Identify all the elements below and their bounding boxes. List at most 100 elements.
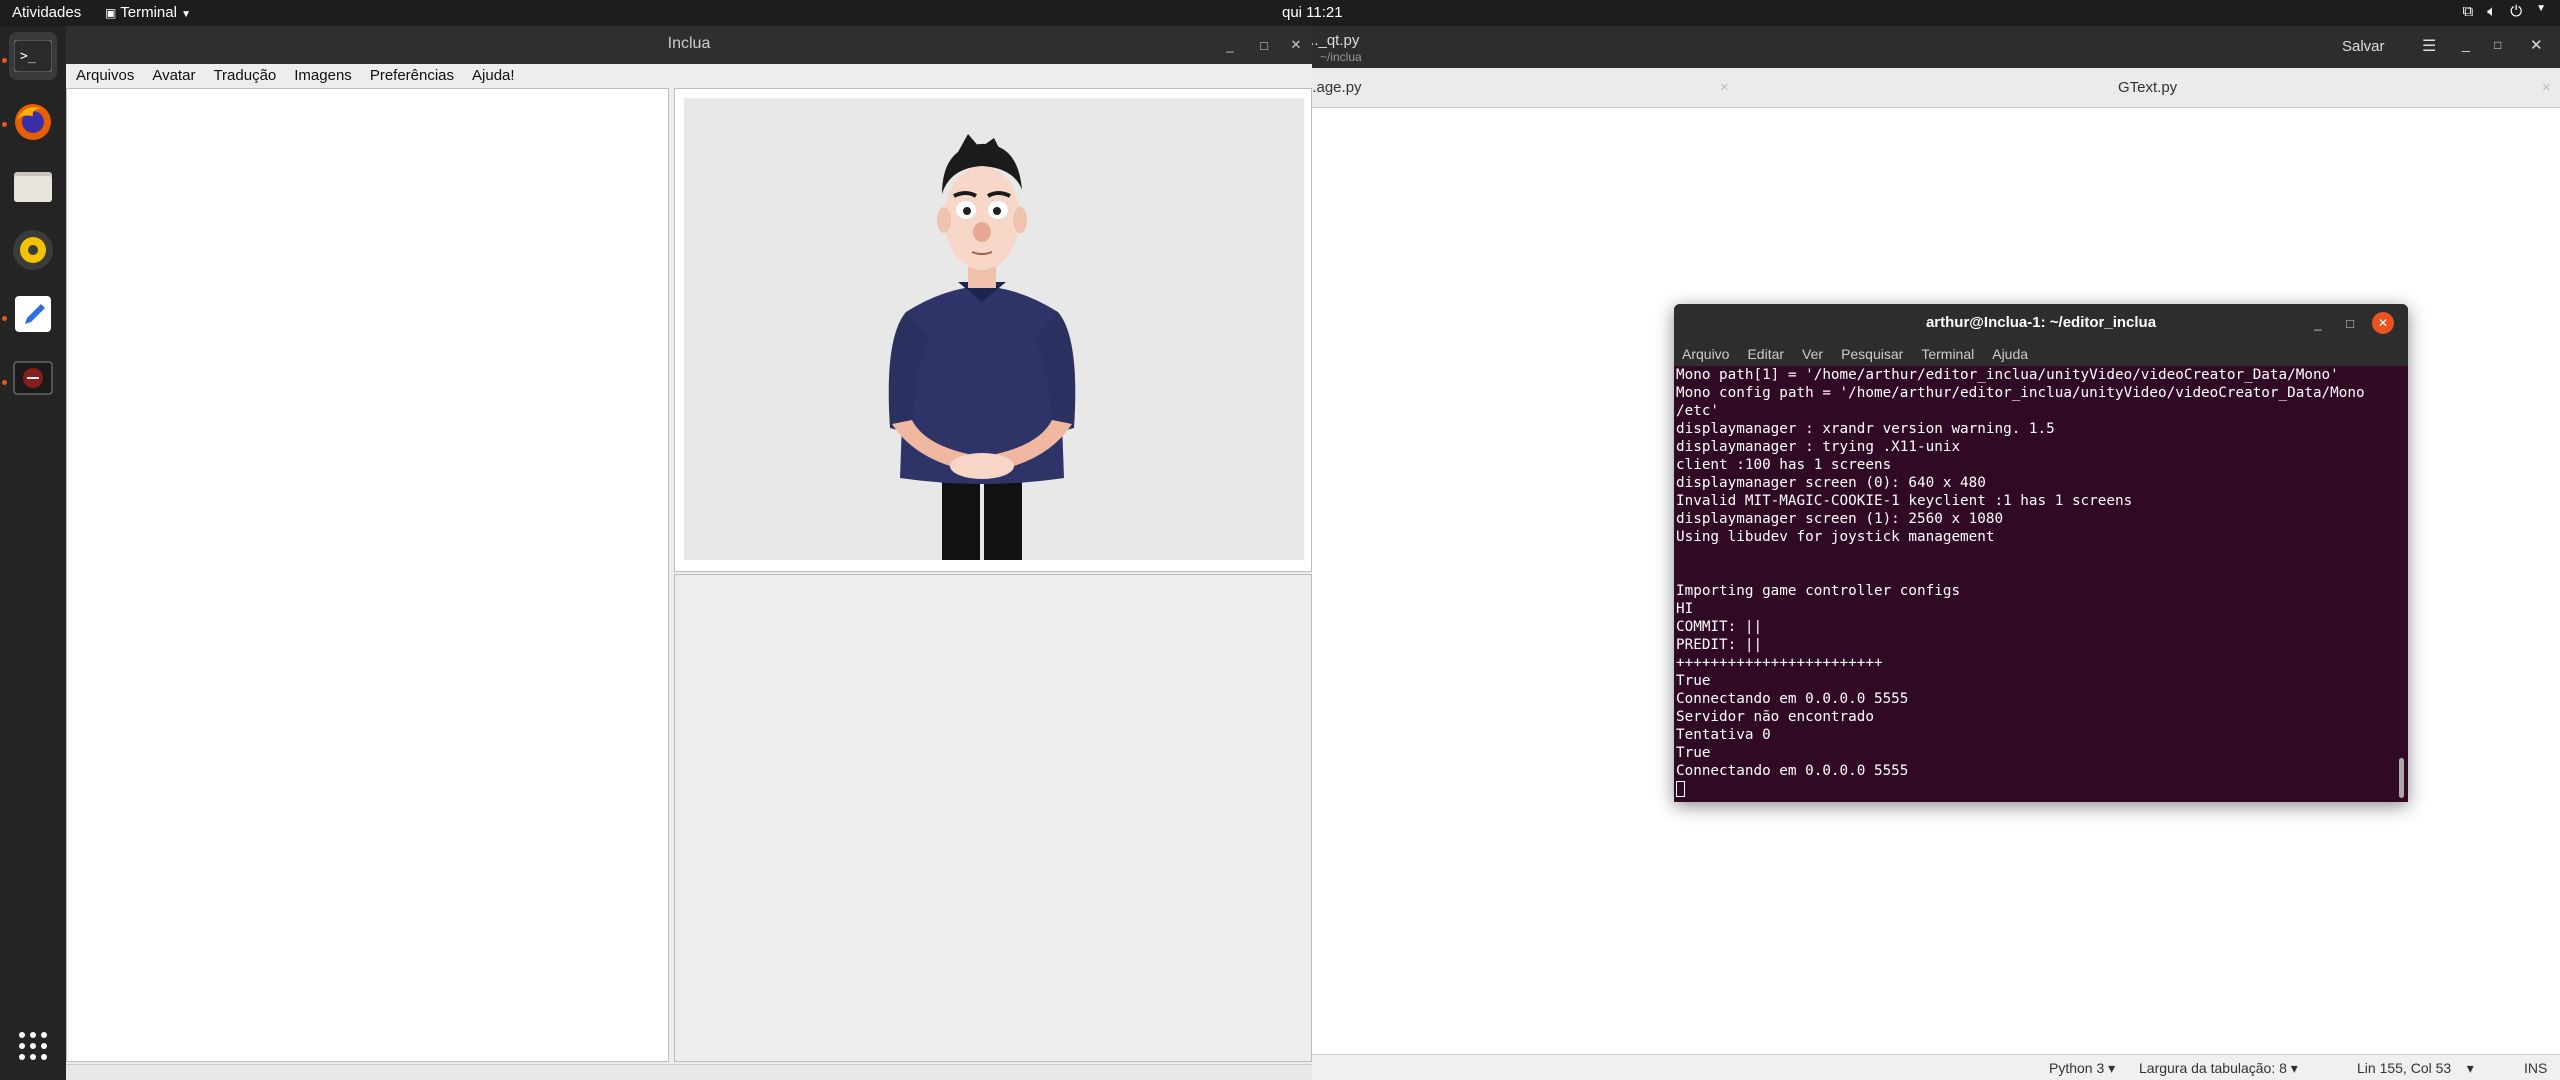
terminal-line: Mono config path = '/home/arthur/editor_… [1676,385,2365,401]
firefox-icon[interactable] [9,98,57,146]
text-input-panel[interactable] [66,88,669,1062]
terminal-scrollbar[interactable] [2399,758,2404,798]
inclua-titlebar[interactable]: Inclua _ □ ✕ [66,26,1312,64]
image-panel [674,574,1312,1062]
network-icon: ⧉ [2462,3,2474,20]
svg-text:>_: >_ [20,49,36,64]
terminal-line: Servidor não encontrado [1676,709,1874,725]
terminal-line: ​ [1676,546,2396,564]
close-icon[interactable]: ✕ [2372,312,2394,334]
save-button[interactable]: Salvar [2342,38,2385,55]
maximize-icon[interactable]: □ [2336,304,2364,342]
terminal-line: displaymanager screen (0): 640 x 480 [1676,475,1986,491]
menu-ver[interactable]: Ver [1794,342,1833,366]
activities-button[interactable]: Atividades [12,4,81,21]
avatar-image [888,134,1076,560]
editor-status-bar: Python 3 ▾ Largura da tabulação: 8 ▾ Lin… [1312,1054,2560,1080]
editor-title: ..._qt.py [1306,32,1360,49]
cursor-position[interactable]: Lin 155, Col 53 ▾ [2357,1060,2474,1077]
menu-imagens[interactable]: Imagens [284,64,360,88]
menu-terminal[interactable]: Terminal [1913,342,1984,366]
running-indicator [2,58,7,63]
hamburger-menu-icon[interactable]: ☰ [2422,36,2436,56]
terminal-icon[interactable]: >_ [9,32,57,80]
top-bar: Atividades ▣ Terminal ▼ qui 11:21 ⧉ 🔈︎ ⏻… [0,0,2560,26]
terminal-menubar: Arquivo Editar Ver Pesquisar Terminal Aj… [1674,342,2408,366]
menu-avatar[interactable]: Avatar [142,64,203,88]
terminal-line: displaymanager screen (1): 2560 x 1080 [1676,511,2004,527]
menu-editar[interactable]: Editar [1739,342,1794,366]
insert-mode: INS [2524,1060,2548,1076]
files-icon[interactable] [9,162,57,210]
menu-ajuda[interactable]: Ajuda [1984,342,2038,366]
power-icon: ⏻ [2510,3,2523,20]
dock: >_ [0,26,66,1080]
terminal-line: Connectando em 0.0.0.0 5555 [1676,691,1909,707]
running-indicator [2,316,7,321]
language-selector[interactable]: Python 3 ▾ [2049,1060,2115,1077]
running-indicator [2,380,7,385]
tab-width-label: Largura da tabulação: 8 [2139,1060,2287,1076]
cursor-position-label: Lin 155, Col 53 [2357,1060,2452,1076]
terminal-line: ​ [1676,564,2396,582]
text-editor-icon[interactable] [9,290,57,338]
terminal-output[interactable]: Mono path[1] = '/home/arthur/editor_incl… [1676,366,2396,802]
terminal-line: COMMIT: || [1676,619,1763,635]
terminal-line: ++++++++++++++++++++++++ [1676,655,1883,671]
avatar-view [684,98,1304,560]
volume-icon: 🔈︎ [2487,3,2497,20]
menu-traducao[interactable]: Tradução [203,64,284,88]
tab-width-selector[interactable]: Largura da tabulação: 8 ▾ [2139,1060,2298,1077]
menu-pesquisar[interactable]: Pesquisar [1833,342,1913,366]
recorder-icon[interactable] [9,354,57,402]
menu-arquivo[interactable]: Arquivo [1674,342,1739,366]
terminal-line: Connectando em 0.0.0.0 5555 [1676,763,1909,779]
terminal-cursor [1676,781,1685,797]
editor-header: ..._qt.py ~/inclua Salvar ☰ _ □ ✕ [1306,26,2560,68]
clock[interactable]: qui 11:21 [1282,4,1343,21]
running-indicator [2,122,7,127]
editor-subtitle: ~/inclua [1320,50,1362,64]
menu-arquivos[interactable]: Arquivos [66,64,142,88]
menu-ajuda[interactable]: Ajuda! [462,64,523,88]
chevron-down-icon: ▼ [2536,3,2546,14]
terminal-line: Tentativa 0 [1676,727,1771,743]
tab-gtext-py[interactable]: GText.py [2118,79,2177,96]
terminal-small-icon: ▣ [105,6,117,20]
tab-close-icon[interactable]: × [2542,79,2551,96]
maximize-icon[interactable]: □ [2494,38,2501,52]
minimize-icon[interactable]: _ [1216,26,1244,64]
language-label: Python 3 [2049,1060,2105,1076]
close-icon[interactable]: ✕ [2530,36,2543,54]
terminal-title: arthur@Inclua-1: ~/editor_inclua [1925,314,2157,331]
terminal-line: client :100 has 1 screens [1676,457,1892,473]
terminal-line: Using libudev for joystick management [1676,529,1995,545]
inclua-title: Inclua [667,35,711,52]
terminal-line: Mono path[1] = '/home/arthur/editor_incl… [1676,367,2339,383]
inclua-window: Inclua _ □ ✕ Arquivos Avatar Tradução Im… [66,26,1312,1080]
tab-image-py[interactable]: ...age.py [1304,79,1362,96]
close-icon[interactable]: ✕ [1282,26,1310,64]
system-tray[interactable]: ⧉ 🔈︎ ⏻ ▼ [2462,3,2546,20]
terminal-line: /etc' [1676,403,1720,419]
terminal-line: displaymanager : trying .X11-unix [1676,439,1961,455]
terminal-line: HI [1676,601,1694,617]
minimize-icon[interactable]: _ [2462,36,2470,52]
chevron-down-icon: ▼ [181,9,192,20]
terminal-line: Invalid MIT-MAGIC-COOKIE-1 keyclient :1 … [1676,493,2133,509]
minimize-icon[interactable]: _ [2304,304,2332,342]
terminal-titlebar[interactable]: arthur@Inclua-1: ~/editor_inclua _ □ ✕ [1674,304,2408,342]
terminal-window: arthur@Inclua-1: ~/editor_inclua _ □ ✕ A… [1674,304,2408,802]
maximize-icon[interactable]: □ [1250,26,1278,64]
menu-preferencias[interactable]: Preferências [360,64,462,88]
app-grid-icon[interactable] [9,1022,57,1070]
rhythmbox-icon[interactable] [9,226,57,274]
tab-close-icon[interactable]: × [1720,79,1729,96]
inclua-menubar: Arquivos Avatar Tradução Imagens Preferê… [66,64,1312,88]
editor-tabs: ...age.py × GText.py × [1304,68,2560,108]
terminal-line: True [1676,745,1711,761]
terminal-line: Importing game controller configs [1676,583,1961,599]
app-menu[interactable]: ▣ Terminal ▼ [105,4,191,21]
terminal-line: True [1676,673,1711,689]
terminal-line: displaymanager : xrandr version warning.… [1676,421,2055,437]
